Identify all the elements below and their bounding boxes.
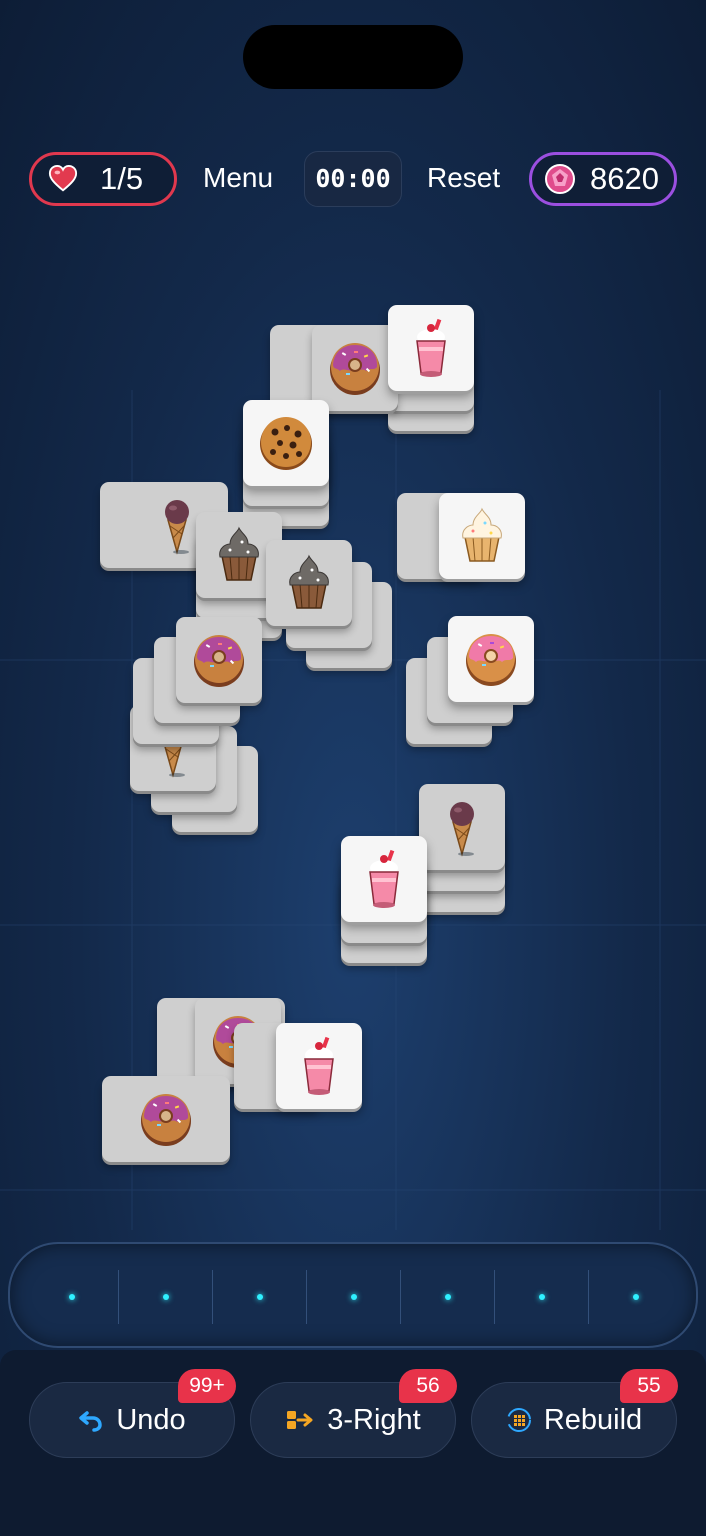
reset-button[interactable]: Reset <box>427 162 500 194</box>
tray-slot <box>589 1270 683 1324</box>
tile-milkshake[interactable] <box>276 1023 362 1109</box>
chocolate-cupcake-icon <box>218 527 260 581</box>
chocolate-cupcake-icon <box>288 555 330 609</box>
milkshake-icon <box>304 1036 334 1096</box>
rebuild-button[interactable]: Rebuild 55 <box>471 1369 678 1458</box>
cupcake-icon <box>461 508 503 562</box>
tray-slot <box>25 1270 119 1324</box>
rebuild-grid-icon <box>506 1408 531 1432</box>
lives-value: 1/5 <box>100 161 144 196</box>
heart-icon <box>48 164 78 192</box>
rebuild-count-badge: 55 <box>620 1369 678 1403</box>
rebuild-label: Rebuild <box>543 1403 643 1436</box>
milkshake-icon <box>416 318 446 378</box>
tile-cupcake[interactable] <box>439 493 525 579</box>
tile-donut <box>176 617 262 703</box>
move-right-icon <box>287 1411 313 1429</box>
tray-slot <box>307 1270 401 1324</box>
three-right-count-badge: 56 <box>399 1369 457 1403</box>
tile-cookie[interactable] <box>243 400 329 486</box>
camera-notch <box>243 25 463 89</box>
timer-display: 00:00 <box>304 151 402 207</box>
donut-icon <box>194 635 244 687</box>
cookie-icon <box>260 417 312 470</box>
slot-tray <box>8 1242 698 1348</box>
icecream-icon <box>449 801 475 857</box>
tile-donut <box>102 1076 230 1162</box>
milkshake-icon <box>369 849 399 909</box>
lives-counter: 1/5 <box>29 152 177 206</box>
three-right-button[interactable]: 3-Right 56 <box>250 1369 457 1458</box>
tray-slot <box>401 1270 495 1324</box>
gems-value: 8620 <box>590 161 659 196</box>
menu-button[interactable]: Menu <box>203 162 273 194</box>
donut-icon <box>330 343 380 395</box>
pink-donut-icon <box>466 634 516 686</box>
gem-icon <box>545 164 575 194</box>
tray-slot <box>213 1270 307 1324</box>
tray-slot <box>495 1270 589 1324</box>
tray-slot <box>119 1270 213 1324</box>
donut-icon <box>141 1094 191 1146</box>
tile-icecream <box>419 784 505 870</box>
undo-arrow-icon <box>79 1411 103 1432</box>
undo-count-badge: 99+ <box>178 1369 236 1403</box>
tile-milkshake[interactable] <box>341 836 427 922</box>
undo-label: Undo <box>116 1403 186 1436</box>
undo-button[interactable]: Undo 99+ <box>29 1369 236 1458</box>
tile-milkshake[interactable] <box>388 305 474 391</box>
tile-donut <box>312 325 398 411</box>
gems-counter: 8620 <box>529 152 677 206</box>
tile-donut-pink[interactable] <box>448 616 534 702</box>
three-right-label: 3-Right <box>327 1403 421 1436</box>
tile-cupcake-chocolate <box>266 540 352 626</box>
